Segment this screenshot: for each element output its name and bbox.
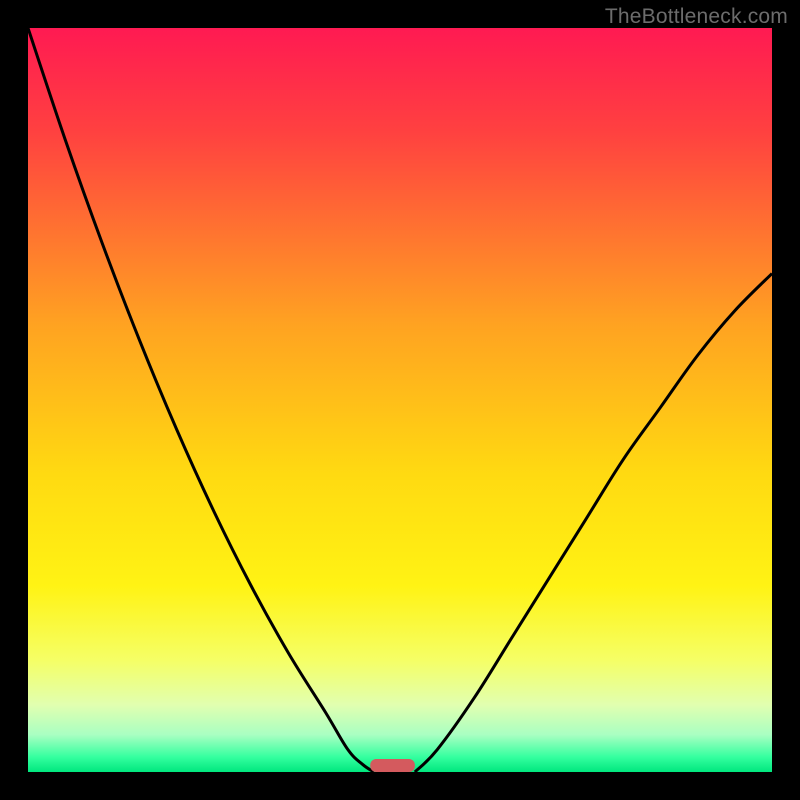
chart-frame: TheBottleneck.com	[0, 0, 800, 800]
watermark-text: TheBottleneck.com	[605, 5, 788, 29]
plot-area	[28, 28, 772, 772]
chart-svg	[28, 28, 772, 772]
bottleneck-marker	[370, 759, 415, 772]
gradient-background	[28, 28, 772, 772]
